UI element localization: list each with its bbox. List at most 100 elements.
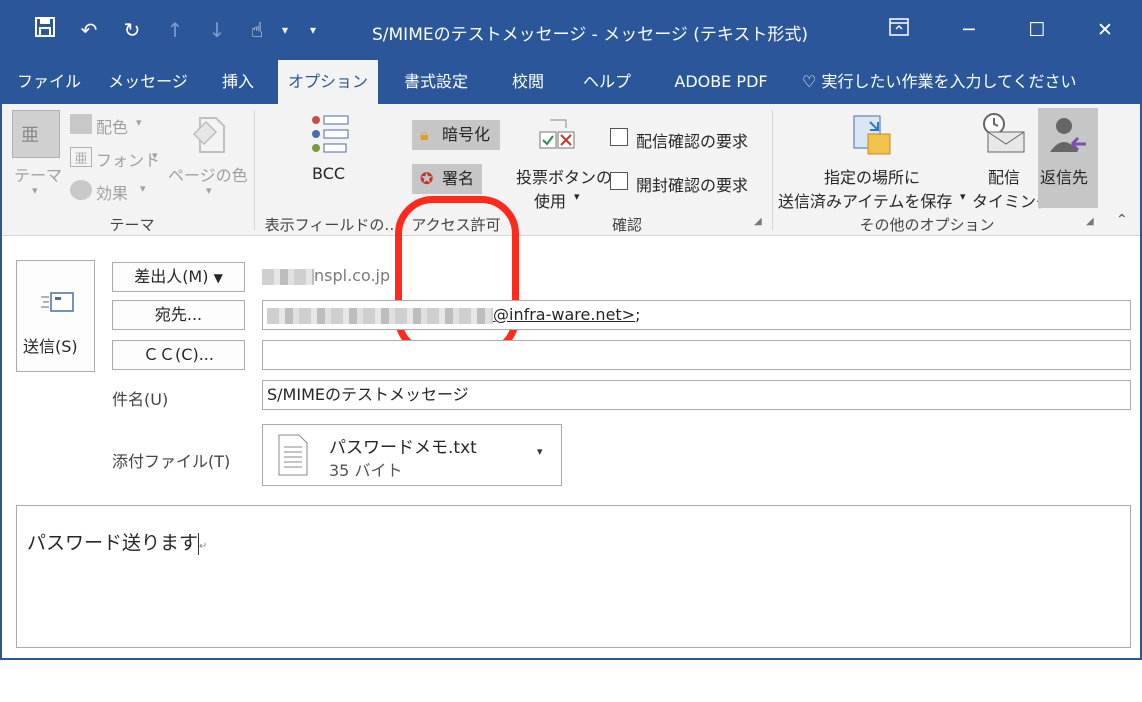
voting-dropdown-icon: ▾ — [574, 190, 580, 203]
delay-label-1[interactable]: 配信 — [988, 164, 1020, 188]
message-body[interactable]: パスワード送ります↵ — [16, 505, 1131, 648]
lightbulb-icon: ♡ — [802, 72, 817, 91]
save-sent-item-icon[interactable] — [850, 112, 894, 158]
sign-label: 署名 — [442, 169, 475, 188]
undo-icon[interactable]: ↶ — [74, 16, 104, 44]
window-title: S/MIMEのテストメッセージ - メッセージ (テキスト形式) — [372, 25, 809, 45]
redo-icon[interactable]: ↻ — [117, 16, 147, 44]
page-color-label[interactable]: ページの色 — [168, 162, 248, 186]
ribbon-tabs: ファイル メッセージ 挿入 オプション 書式設定 校閲 ヘルプ ADOBE PD… — [2, 60, 1140, 104]
tab-adobe-pdf[interactable]: ADOBE PDF — [658, 60, 784, 104]
reply-to-icon — [1048, 114, 1088, 158]
text-file-icon — [277, 433, 309, 477]
attachment-name: パスワードメモ.txt — [329, 438, 477, 458]
cc-button[interactable]: ＣＣ(C)... — [112, 340, 245, 370]
effects-icon — [70, 180, 92, 200]
reply-to-label: 返信先 — [1040, 168, 1089, 187]
tab-review[interactable]: 校閲 — [498, 60, 558, 104]
from-value: nspl.co.jp — [262, 266, 390, 285]
tab-file[interactable]: ファイル — [16, 60, 82, 104]
highlight-ring — [395, 196, 519, 356]
delivery-receipt-checkbox[interactable] — [610, 128, 628, 146]
fields-group-label: 表示フィールドの… — [264, 216, 400, 234]
title-bar: ↶ ↻ ↑ ↓ ☝ ▾ ▾ S/MIMEのテストメッセージ - メッセージ (テ… — [2, 2, 1140, 60]
arrow-up-icon[interactable]: ↑ — [160, 16, 190, 44]
read-receipt-label[interactable]: 開封確認の要求 — [636, 172, 748, 196]
arrow-down-icon[interactable]: ↓ — [202, 16, 232, 44]
theme-label[interactable]: テーマ — [14, 162, 62, 186]
encrypt-button[interactable]: 🔒︎ 暗号化 — [412, 120, 500, 150]
send-envelope-icon — [39, 289, 75, 315]
save-sent-label-1[interactable]: 指定の場所に — [824, 164, 920, 188]
voting-label-1[interactable]: 投票ボタンの — [516, 164, 612, 188]
to-field[interactable]: @infra-ware.net>; — [262, 300, 1131, 330]
read-receipt-checkbox[interactable] — [610, 172, 628, 190]
save-sent-label-2[interactable]: 送信済みアイテムを保存 — [778, 188, 952, 212]
attach-label: 添付ファイル(T) — [112, 452, 231, 471]
tab-options[interactable]: オプション — [278, 60, 378, 104]
delivery-receipt-label[interactable]: 配信確認の要求 — [636, 128, 748, 152]
effects-dropdown-icon: ▾ — [140, 182, 146, 195]
touch-dropdown-icon[interactable]: ▾ — [270, 16, 300, 44]
collapse-ribbon-icon[interactable]: ⌃ — [1116, 212, 1128, 228]
theme-icon[interactable]: 亜 — [12, 110, 60, 158]
close-icon[interactable]: ✕ — [1082, 16, 1128, 44]
send-button[interactable]: 送信(S) — [16, 260, 95, 372]
to-value-tail: ; — [635, 305, 641, 324]
tell-me-label: 実行したい作業を入力してください — [821, 72, 1077, 91]
effects-label[interactable]: 効果 — [96, 180, 128, 204]
attachment-dropdown-icon[interactable]: ▾ — [537, 445, 543, 458]
fonts-label[interactable]: フォント — [96, 147, 160, 171]
save-sent-dropdown-icon: ▾ — [960, 190, 966, 203]
tab-message[interactable]: メッセージ — [102, 60, 194, 104]
cc-field[interactable] — [262, 340, 1131, 370]
sign-button[interactable]: ✪ 署名 — [412, 164, 482, 194]
voting-buttons-icon[interactable] — [536, 114, 580, 158]
body-text-content: パスワード送ります — [27, 532, 199, 554]
colors-icon — [70, 114, 92, 134]
more-options-group-label: その他のオプション — [859, 216, 995, 234]
touch-mode-icon[interactable]: ☝ — [242, 16, 272, 44]
ribbon: 亜 テーマ ▾ 配色 ▾ 亜 フォント ▾ 効果 ▾ ページの色 ▾ テーマ B… — [2, 104, 1140, 356]
from-button-label: 差出人(M) — [134, 267, 209, 286]
subject-field[interactable]: S/MIMEのテストメッセージ — [262, 380, 1131, 410]
tracking-dialog-launcher-icon[interactable]: ◢ — [754, 216, 762, 227]
bcc-icon[interactable] — [308, 112, 352, 158]
outlook-compose-window: ↶ ↻ ↑ ↓ ☝ ▾ ▾ S/MIMEのテストメッセージ - メッセージ (テ… — [0, 0, 1142, 660]
group-separator — [254, 110, 255, 230]
lock-icon: 🔒︎ — [420, 125, 429, 144]
fonts-dropdown-icon: ▾ — [152, 149, 158, 162]
subject-label: 件名(U) — [112, 390, 169, 409]
customize-qat-icon[interactable]: ▾ — [298, 16, 328, 44]
redacted-text — [262, 268, 314, 285]
tab-insert[interactable]: 挿入 — [210, 60, 266, 104]
colors-label[interactable]: 配色 — [96, 114, 128, 138]
page-color-dropdown-icon: ▾ — [206, 184, 212, 197]
tracking-group-label: 確認 — [611, 216, 642, 234]
from-value-suffix: nspl.co.jp — [314, 266, 391, 285]
maximize-icon[interactable]: ☐ — [1014, 16, 1060, 44]
bcc-label[interactable]: BCC — [312, 164, 345, 183]
more-options-dialog-launcher-icon[interactable]: ◢ — [1086, 216, 1094, 227]
theme-dropdown-icon: ▾ — [32, 184, 38, 197]
tell-me-box[interactable]: ♡ 実行したい作業を入力してください — [802, 60, 1076, 104]
paragraph-mark-icon: ↵ — [199, 541, 208, 552]
tab-format[interactable]: 書式設定 — [390, 60, 482, 104]
save-icon[interactable] — [30, 16, 60, 45]
attachment-item[interactable]: パスワードメモ.txt 35 バイト ▾ — [262, 424, 562, 486]
ribbon-badge-icon: ✪ — [420, 169, 434, 188]
from-button[interactable]: 差出人(M) ▼ — [112, 262, 245, 292]
tab-help[interactable]: ヘルプ — [574, 60, 640, 104]
encrypt-label: 暗号化 — [442, 125, 491, 144]
reply-to-button[interactable]: 返信先 — [1038, 108, 1098, 208]
redacted-text — [267, 307, 493, 324]
voting-label-2[interactable]: 使用 — [534, 188, 566, 212]
page-color-icon[interactable] — [190, 112, 230, 156]
ribbon-display-options-icon[interactable] — [876, 16, 922, 44]
delay-delivery-icon[interactable] — [980, 110, 1026, 156]
to-button[interactable]: 宛先... — [112, 300, 245, 330]
body-text: パスワード送ります↵ — [27, 528, 207, 555]
minimize-icon[interactable]: ─ — [946, 16, 992, 44]
colors-dropdown-icon: ▾ — [136, 116, 142, 129]
attachment-size: 35 バイト — [329, 461, 403, 480]
